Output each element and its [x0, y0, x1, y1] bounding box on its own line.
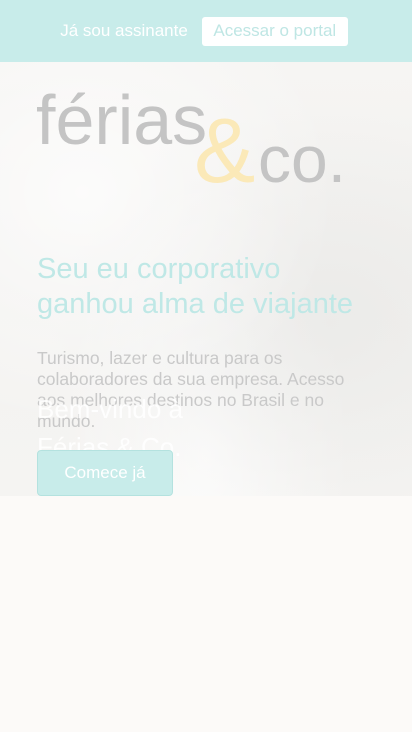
- subscriber-text: Já sou assinante: [60, 21, 188, 40]
- start-now-button[interactable]: Comece já: [37, 450, 173, 496]
- ferias-co-logo: férias & co.: [36, 84, 346, 194]
- logo-ampersand: &: [194, 100, 255, 194]
- headline-line-1: Seu eu corporativo: [37, 253, 281, 285]
- headline-line-2: ganhou alma de viajante: [37, 288, 354, 320]
- top-bar: Já sou assinante Acessar o portal: [0, 0, 412, 62]
- hero-headline: Seu eu corporativo ganhou alma de viajan…: [37, 252, 382, 322]
- logo-word: férias: [36, 84, 207, 159]
- logo-suffix: co.: [258, 122, 346, 194]
- portal-access-button[interactable]: Acessar o portal: [201, 16, 348, 46]
- ghost-welcome-line: Bem-vindo à: [37, 394, 183, 424]
- hero-section: férias & co. Seu eu corporativo ganhou a…: [0, 62, 412, 496]
